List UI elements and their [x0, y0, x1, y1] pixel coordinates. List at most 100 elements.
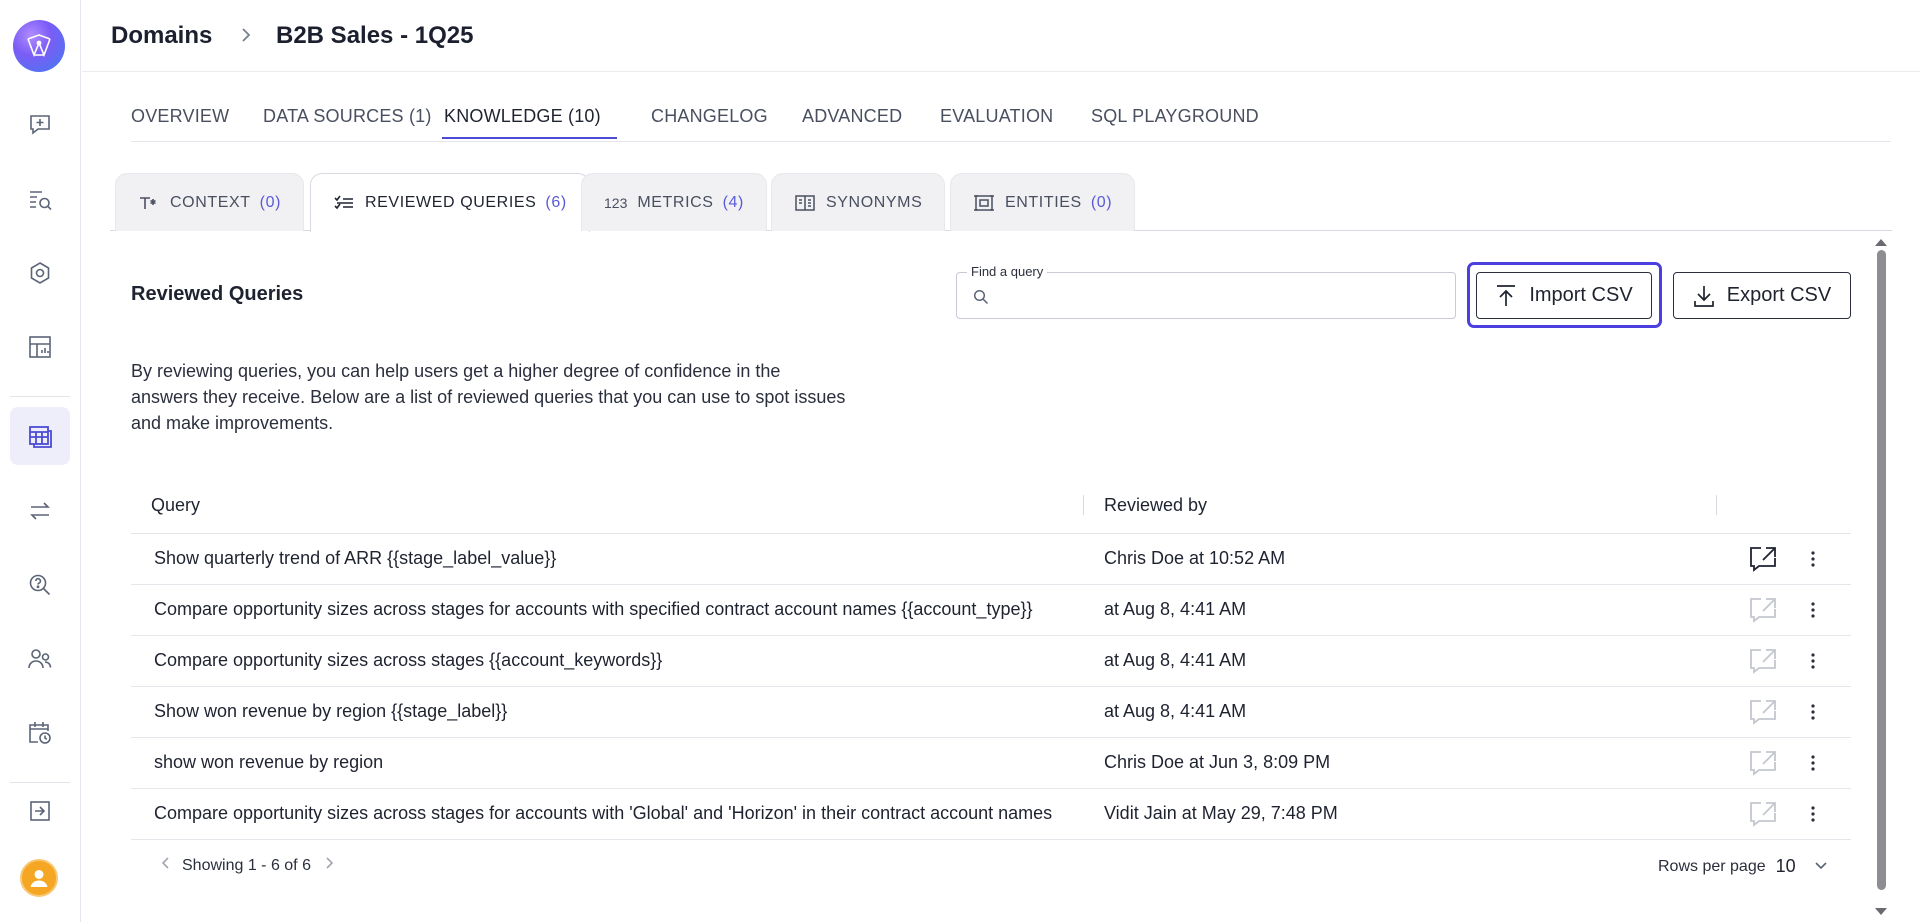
reviewed-by-cell: at Aug 8, 4:41 AM	[1104, 701, 1247, 721]
column-divider[interactable]	[1083, 495, 1084, 515]
open-in-chat-icon	[1750, 751, 1776, 776]
open-in-chat-icon[interactable]	[1748, 545, 1778, 573]
subtab-synonyms[interactable]: SYNONYMS	[771, 173, 946, 231]
more-options-icon[interactable]	[1803, 751, 1823, 775]
reviewed-by-cell: Chris Doe at 10:52 AM	[1104, 548, 1286, 568]
subtab-context[interactable]: CONTEXT (0)	[115, 173, 305, 231]
table-row[interactable]: show won revenue by region Chris Doe at …	[131, 738, 1851, 789]
find-query-input[interactable]	[997, 281, 1437, 311]
subtab-reviewed-queries-count: (6)	[545, 194, 567, 211]
table-row[interactable]: Compare opportunity sizes across stages …	[131, 789, 1851, 840]
section-description: By reviewing queries, you can help users…	[131, 361, 846, 433]
download-icon	[1693, 284, 1715, 308]
subtab-metrics-label: METRICS	[637, 193, 714, 211]
breadcrumb-domains[interactable]: Domains	[111, 22, 212, 50]
rows-per-page-label: Rows per page	[1658, 857, 1766, 875]
subtab-entities[interactable]: ENTITIES (0)	[950, 173, 1136, 231]
column-header-reviewed-by[interactable]: Reviewed by	[1104, 495, 1207, 516]
tab-knowledge-label: KNOWLEDGE (10)	[444, 106, 601, 126]
more-options-icon[interactable]	[1803, 700, 1823, 724]
tab-knowledge[interactable]: KNOWLEDGE (10)	[442, 106, 617, 139]
rows-per-page-value[interactable]: 10	[1776, 856, 1796, 877]
reviewed-by-cell: Vidit Jain at May 29, 7:48 PM	[1104, 803, 1338, 823]
tab-advanced[interactable]: ADVANCED	[802, 106, 902, 137]
subtab-metrics-count: (4)	[722, 193, 744, 211]
tab-changelog[interactable]: CHANGELOG	[651, 106, 768, 137]
column-divider[interactable]	[1716, 495, 1717, 515]
open-in-chat-icon	[1750, 700, 1776, 725]
collapse-sidebar-icon[interactable]	[23, 794, 57, 828]
search-list-icon[interactable]	[23, 182, 57, 216]
query-cell: Compare opportunity sizes across stages …	[154, 599, 1033, 619]
next-page-icon[interactable]	[323, 856, 335, 875]
subtab-metrics[interactable]: 123 METRICS (4)	[581, 173, 767, 231]
reviewed-by-cell: Chris Doe at Jun 3, 8:09 PM	[1104, 752, 1331, 772]
query-cell: show won revenue by region	[154, 752, 384, 772]
query-cell: Show won revenue by region {{stage_label…	[154, 701, 508, 721]
subtab-reviewed-queries[interactable]: REVIEWED QUERIES (6)	[310, 173, 590, 232]
reviewed-queries-table: Query Reviewed by Show quarterly trend o…	[131, 479, 1851, 840]
scroll-up-arrow[interactable]	[1873, 238, 1889, 248]
rows-per-page-control[interactable]: Rows per page 10	[1658, 856, 1828, 877]
reviewed-by-cell: at Aug 8, 4:41 AM	[1104, 599, 1247, 619]
entity-icon	[973, 193, 995, 213]
chevron-right-icon	[242, 28, 251, 42]
table-row[interactable]: Compare opportunity sizes across stages …	[131, 585, 1851, 636]
export-csv-label: Export CSV	[1726, 284, 1832, 306]
swap-arrows-icon[interactable]	[23, 494, 57, 528]
table-row[interactable]: Compare opportunity sizes across stages …	[131, 636, 1851, 687]
search-icon	[973, 289, 989, 305]
left-nav-rail	[0, 0, 81, 922]
pagination-status: Showing 1 - 6 of 6	[182, 856, 311, 874]
query-cell: Show quarterly trend of ARR {{stage_labe…	[154, 548, 557, 568]
table-row[interactable]: Show quarterly trend of ARR {{stage_labe…	[131, 534, 1851, 585]
reviewed-by-cell: at Aug 8, 4:41 AM	[1104, 650, 1247, 670]
export-csv-button[interactable]: Export CSV	[1673, 272, 1851, 319]
rail-divider	[10, 396, 70, 397]
more-options-icon[interactable]	[1803, 598, 1823, 622]
subtab-entities-label: ENTITIES	[1005, 193, 1082, 211]
tab-overview[interactable]: OVERVIEW	[131, 106, 229, 137]
more-options-icon[interactable]	[1803, 802, 1823, 826]
main-tab-bar: OVERVIEW DATA SOURCES (1) KNOWLEDGE (10)…	[131, 104, 1891, 142]
open-in-chat-icon	[1750, 598, 1776, 623]
query-cell: Compare opportunity sizes across stages …	[154, 650, 663, 670]
knowledge-sub-tab-bar: CONTEXT (0) REVIEWED QUERIES (6) 123 MET…	[110, 171, 1892, 232]
table-row[interactable]: Show won revenue by region {{stage_label…	[131, 687, 1851, 738]
dashboard-icon[interactable]	[23, 330, 57, 364]
table-header: Query Reviewed by	[131, 479, 1851, 534]
import-csv-label: Import CSV	[1529, 284, 1633, 306]
subtab-context-label: CONTEXT	[170, 193, 251, 211]
upload-icon	[1495, 284, 1517, 308]
subtab-synonyms-label: SYNONYMS	[826, 193, 923, 211]
chevron-down-icon[interactable]	[1814, 858, 1828, 876]
page-header: Domains B2B Sales - 1Q25	[82, 0, 1920, 72]
help-search-icon[interactable]	[23, 568, 57, 602]
users-icon[interactable]	[23, 642, 57, 676]
subtab-context-count: (0)	[259, 193, 282, 211]
pagination: Showing 1 - 6 of 6	[160, 856, 335, 875]
new-chat-icon[interactable]	[23, 108, 57, 142]
import-csv-button[interactable]: Import CSV	[1476, 272, 1652, 319]
tab-evaluation[interactable]: EVALUATION	[940, 106, 1053, 137]
previous-page-icon[interactable]	[160, 856, 172, 875]
settings-hex-icon[interactable]	[23, 256, 57, 290]
tab-data-sources[interactable]: DATA SOURCES (1)	[263, 106, 432, 137]
more-options-icon[interactable]	[1803, 547, 1823, 571]
find-query-label: Find a query	[967, 264, 1048, 279]
schedule-icon[interactable]	[23, 716, 57, 750]
app-logo-icon[interactable]	[13, 20, 65, 72]
more-options-icon[interactable]	[1803, 649, 1823, 673]
domains-table-icon[interactable]	[23, 419, 57, 453]
query-cell: Compare opportunity sizes across stages …	[154, 803, 1053, 823]
vertical-scrollbar-thumb[interactable]	[1877, 250, 1886, 890]
checklist-icon	[333, 194, 355, 212]
rail-divider	[10, 782, 70, 783]
find-query-field[interactable]: Find a query	[956, 264, 1456, 319]
scroll-down-arrow[interactable]	[1873, 906, 1889, 916]
user-avatar[interactable]	[20, 859, 58, 897]
tab-sql-playground[interactable]: SQL PLAYGROUND	[1091, 106, 1259, 137]
column-header-query[interactable]: Query	[151, 495, 200, 516]
page-title: B2B Sales - 1Q25	[276, 22, 474, 49]
section-title: Reviewed Queries	[131, 283, 304, 305]
